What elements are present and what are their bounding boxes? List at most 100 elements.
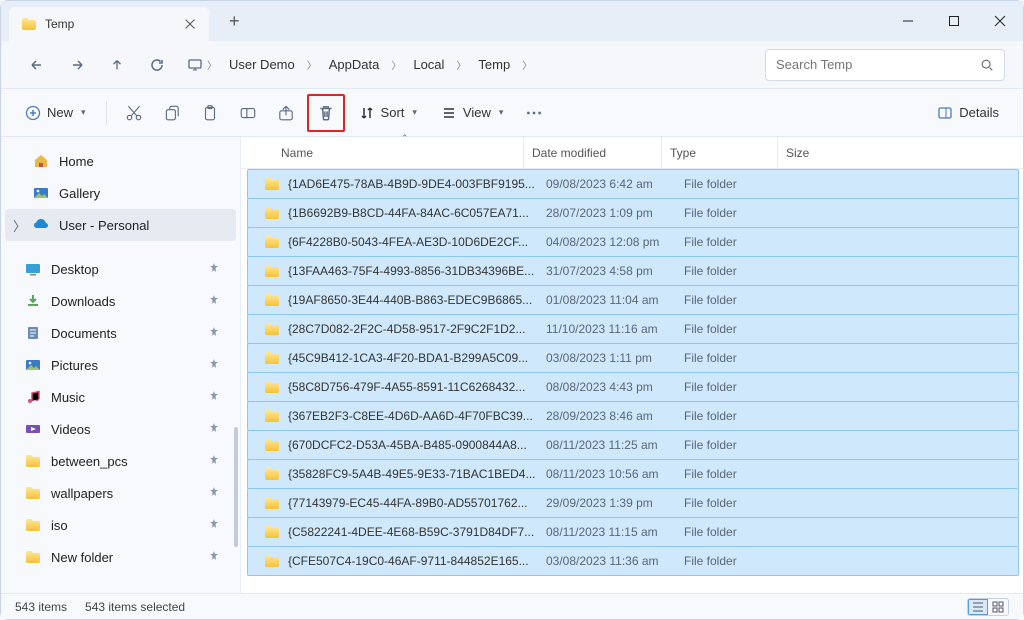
table-row[interactable]: {35828FC9-5A4B-49E5-9E33-71BAC1BED4...08… [247,459,1019,489]
title-bar: Temp + [1,1,1023,41]
table-row[interactable]: {CFE507C4-19C0-46AF-9711-844852E165...03… [247,546,1019,576]
sidebar-item-pictures[interactable]: Pictures [5,349,236,381]
table-row[interactable]: {670DCFC2-D53A-45BA-B485-0900844A8...08/… [247,430,1019,460]
folder-icon [25,421,41,437]
selected-count: 543 items selected [85,600,185,614]
breadcrumb-item[interactable]: AppData [321,53,388,76]
home-icon [33,153,49,169]
file-type: File folder [684,525,800,539]
sidebar-item-iso[interactable]: iso [5,509,236,541]
file-name: {19AF8650-3E44-440B-B863-EDEC9B6865... [288,293,546,307]
sort-button[interactable]: Sort▾ [349,99,427,127]
folder-icon [25,357,41,373]
column-type[interactable]: Type [661,137,777,168]
folder-icon [25,485,41,501]
new-tab-button[interactable]: + [221,7,248,36]
folder-icon [21,16,37,32]
chevron-right-icon[interactable]: 〉 [13,216,26,235]
sidebar-item-home[interactable]: Home [5,145,236,177]
search-input[interactable] [776,57,980,72]
monitor-icon[interactable] [187,57,203,73]
folder-icon [25,389,41,405]
file-name: {28C7D082-2F2C-4D58-9517-2F9C2F1D2... [288,322,546,336]
sidebar-item-music[interactable]: Music [5,381,236,413]
file-name: {CFE507C4-19C0-46AF-9711-844852E165... [288,554,546,568]
view-button[interactable]: View▾ [431,99,513,127]
scrollbar[interactable] [234,427,238,547]
column-date[interactable]: Date modified [523,137,661,168]
folder-icon [264,524,280,540]
file-date: 28/09/2023 8:46 am [546,409,684,423]
chevron-right-icon: 〉 [389,57,403,72]
sidebar-item-videos[interactable]: Videos [5,413,236,445]
folder-icon [264,379,280,395]
folder-icon [264,292,280,308]
paste-button[interactable] [193,96,227,130]
breadcrumb-item[interactable]: User Demo [221,53,303,76]
table-row[interactable]: {1B6692B9-B8CD-44FA-84AC-6C057EA71...28/… [247,198,1019,228]
file-type: File folder [684,235,800,249]
sidebar-item-documents[interactable]: Documents [5,317,236,349]
file-type: File folder [684,554,800,568]
delete-button[interactable] [313,100,339,126]
folder-icon [264,437,280,453]
table-row[interactable]: {19AF8650-3E44-440B-B863-EDEC9B6865...01… [247,285,1019,315]
pin-icon [208,358,220,373]
share-button[interactable] [269,96,303,130]
file-date: 08/11/2023 11:15 am [546,525,684,539]
back-button[interactable] [19,47,55,83]
table-row[interactable]: {C5822241-4DEE-4E68-B59C-3791D84DF7...08… [247,517,1019,547]
sidebar-item-gallery[interactable]: Gallery [5,177,236,209]
minimize-button[interactable] [885,1,931,41]
search-box[interactable] [765,49,1005,81]
folder-icon [264,408,280,424]
file-type: File folder [684,293,800,307]
table-row[interactable]: {45C9B412-1CA3-4F20-BDA1-B299A5C09...03/… [247,343,1019,373]
table-row[interactable]: {13FAA463-75F4-4993-8856-31DB34396BE...3… [247,256,1019,286]
file-date: 28/07/2023 1:09 pm [546,206,684,220]
tab[interactable]: Temp [9,7,209,41]
forward-button[interactable] [59,47,95,83]
sidebar-item-downloads[interactable]: Downloads [5,285,236,317]
refresh-button[interactable] [139,47,175,83]
toolbar: New▾ Sort▾ View▾ Details [1,89,1023,137]
file-name: {670DCFC2-D53A-45BA-B485-0900844A8... [288,438,546,452]
maximize-button[interactable] [931,1,977,41]
close-tab-icon[interactable] [183,17,197,31]
breadcrumb: 〉 User Demo 〉 AppData 〉 Local 〉 Temp 〉 [187,53,761,76]
new-button[interactable]: New▾ [15,99,96,127]
table-row[interactable]: {58C8D756-479F-4A55-8591-11C6268432...08… [247,372,1019,402]
column-name[interactable]: Name [281,146,523,160]
table-row[interactable]: {77143979-EC45-44FA-89B0-AD55701762...29… [247,488,1019,518]
file-date: 08/08/2023 4:43 pm [546,380,684,394]
details-view-button[interactable] [968,599,988,615]
sidebar-item-user[interactable]: 〉 User - Personal [5,209,236,241]
details-button[interactable]: Details [927,99,1009,127]
delete-highlight [307,94,345,132]
pin-icon [208,550,220,565]
status-bar: 543 items 543 items selected [1,593,1023,619]
table-row[interactable]: {1AD6E475-78AB-4B9D-9DE4-003FBF9195...09… [247,169,1019,199]
close-window-button[interactable] [977,1,1023,41]
cut-button[interactable] [117,96,151,130]
sidebar-item-new-folder[interactable]: New folder [5,541,236,573]
copy-button[interactable] [155,96,189,130]
breadcrumb-item[interactable]: Temp [470,53,518,76]
thumbnails-view-button[interactable] [988,599,1008,615]
sidebar-item-desktop[interactable]: Desktop [5,253,236,285]
table-row[interactable]: {28C7D082-2F2C-4D58-9517-2F9C2F1D2...11/… [247,314,1019,344]
breadcrumb-item[interactable]: Local [405,53,452,76]
pin-icon [208,294,220,309]
file-name: {1B6692B9-B8CD-44FA-84AC-6C057EA71... [288,206,546,220]
table-row[interactable]: {6F4228B0-5043-4FEA-AE3D-10D6DE2CF...04/… [247,227,1019,257]
sidebar-item-wallpapers[interactable]: wallpapers [5,477,236,509]
pin-icon [208,326,220,341]
sidebar-item-between_pcs[interactable]: between_pcs [5,445,236,477]
up-button[interactable] [99,47,135,83]
file-date: 03/08/2023 11:36 am [546,554,684,568]
file-date: 08/11/2023 10:56 am [546,467,684,481]
table-row[interactable]: {367EB2F3-C8EE-4D6D-AA6D-4F70FBC39...28/… [247,401,1019,431]
more-button[interactable] [517,96,551,130]
rename-button[interactable] [231,96,265,130]
column-size[interactable]: Size [777,137,1023,168]
